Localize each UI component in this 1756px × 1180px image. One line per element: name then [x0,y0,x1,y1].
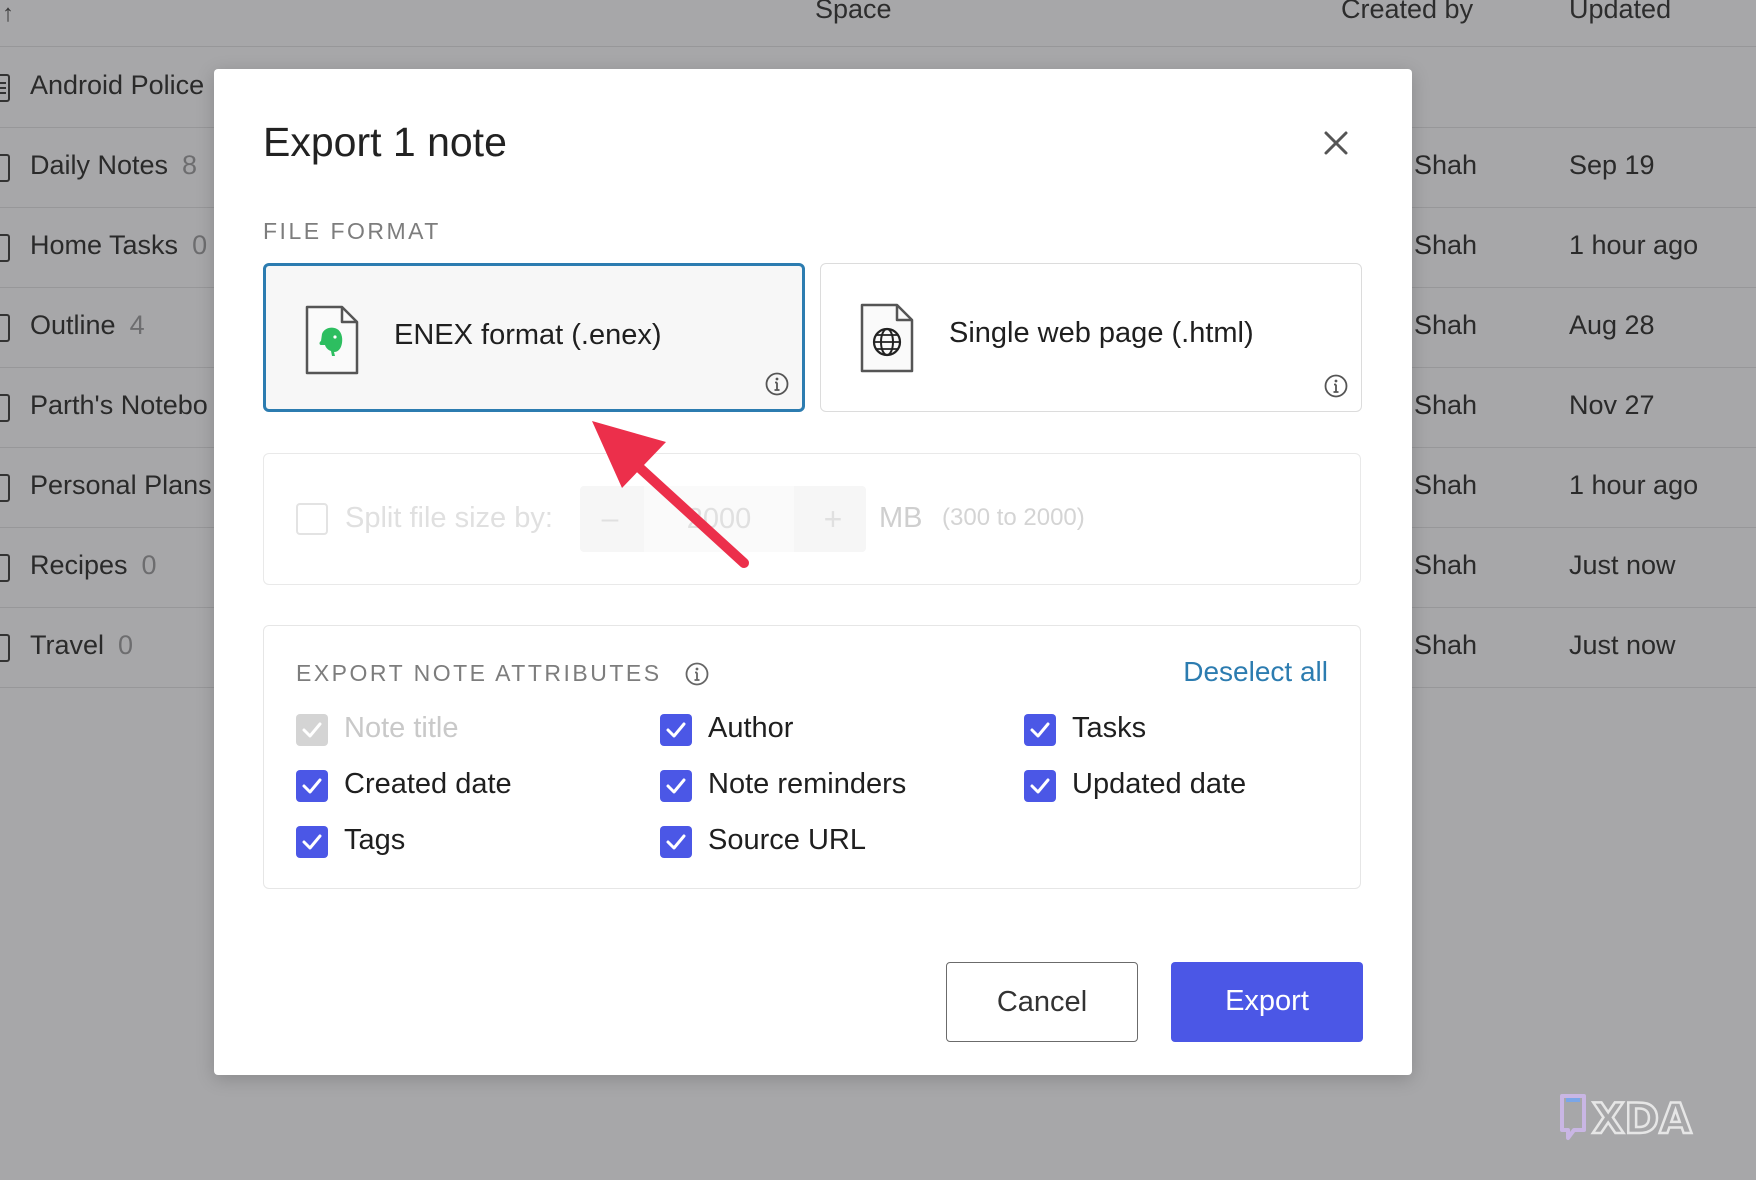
format-label-html: Single web page (.html) [949,317,1254,350]
notebook-icon [0,314,10,342]
split-file-label: Split file size by: [345,502,553,535]
attribute-label: Tasks [1072,712,1146,745]
close-icon [1314,121,1358,165]
notebook-icon [0,634,10,662]
checkmark-icon [665,720,687,740]
checkmark-icon [301,776,323,796]
table-header: ↑ Space Created by Updated [0,0,1756,47]
note-count: 0 [192,230,207,260]
notebook-name: Android Police [30,70,204,101]
attributes-label: EXPORT NOTE ATTRIBUTES [296,660,662,687]
watermark-text: XDA [1592,1094,1692,1143]
row-updated: 1 hour ago [1569,230,1698,261]
row-updated: Aug 28 [1569,310,1655,341]
export-attributes-section: EXPORT NOTE ATTRIBUTES Deselect all Note… [263,625,1361,889]
attribute-label: Created date [344,768,512,801]
export-dialog: Export 1 note FILE FORMAT ENEX format (.… [214,69,1412,1075]
notebook-name: Personal Plans [30,470,212,501]
dialog-title: Export 1 note [263,119,507,166]
cancel-button[interactable]: Cancel [946,962,1138,1042]
format-option-html[interactable]: Single web page (.html) [820,263,1362,412]
split-unit: MB [879,502,923,535]
checkmark-icon [665,776,687,796]
notebook-name: Travel0 [30,630,133,661]
info-icon[interactable] [1323,373,1349,399]
checkbox-tasks[interactable] [1024,714,1056,746]
format-label-enex: ENEX format (.enex) [394,319,662,352]
checkbox-note-reminders[interactable] [660,770,692,802]
notebook-icon [0,554,10,582]
note-count: 0 [118,630,133,660]
note-count: 8 [182,150,197,180]
row-creator: Shah [1414,470,1477,501]
checkbox-updated-date[interactable] [1024,770,1056,802]
row-creator: Shah [1414,550,1477,581]
row-updated: 1 hour ago [1569,470,1698,501]
attribute-label: Source URL [708,824,866,857]
column-header-created-by[interactable]: Created by [1341,0,1473,25]
row-creator: Shah [1414,150,1477,181]
notebook-name: Daily Notes8 [30,150,197,181]
row-creator: Shah [1414,310,1477,341]
globe-icon [859,302,915,374]
format-option-enex[interactable]: ENEX format (.enex) [263,263,805,412]
notebook-name: Parth's Notebo [30,390,208,421]
checkmark-icon [301,832,323,852]
attribute-label: Updated date [1072,768,1246,801]
checkbox-author[interactable] [660,714,692,746]
row-updated: Just now [1569,630,1676,661]
deselect-all-link[interactable]: Deselect all [1183,656,1328,688]
checkmark-icon [1029,776,1051,796]
checkmark-icon [1029,720,1051,740]
row-updated: Just now [1569,550,1676,581]
split-range-hint: (300 to 2000) [942,504,1085,532]
shared-notebook-icon [0,394,10,422]
checkmark-icon [301,720,323,740]
notebook-icon [0,474,10,502]
decrement-button[interactable]: – [580,486,640,552]
file-format-label: FILE FORMAT [263,218,441,245]
split-size-stepper[interactable]: – 2000 + [580,486,866,552]
info-icon[interactable] [764,371,790,397]
increment-button[interactable]: + [800,486,866,552]
row-creator: Shah [1414,230,1477,261]
notebook-name: Recipes0 [30,550,157,581]
notebook-icon [0,234,10,262]
sort-arrow-up-icon[interactable]: ↑ [2,0,14,28]
close-button[interactable] [1314,121,1358,165]
column-header-space[interactable]: Space [815,0,892,25]
checkbox-created-date[interactable] [296,770,328,802]
evernote-elephant-icon [304,304,360,376]
checkbox-source-url[interactable] [660,826,692,858]
attribute-label: Note title [344,712,458,745]
row-creator: Shah [1414,630,1477,661]
row-creator: Shah [1414,390,1477,421]
info-icon[interactable] [684,661,710,687]
checkbox-note-title [296,714,328,746]
split-size-input[interactable]: 2000 [644,486,794,552]
split-file-size-section: Split file size by: – 2000 + MB (300 to … [263,453,1361,585]
note-count: 4 [130,310,145,340]
stack-icon [0,74,10,102]
notebook-icon [0,154,10,182]
note-count: 0 [142,550,157,580]
split-file-checkbox[interactable] [296,503,328,535]
checkbox-tags[interactable] [296,826,328,858]
attribute-label: Tags [344,824,405,857]
notebook-name: Outline4 [30,310,145,341]
checkmark-icon [665,832,687,852]
export-button[interactable]: Export [1171,962,1363,1042]
row-updated: Sep 19 [1569,150,1655,181]
xda-logo: XDA [1556,1090,1726,1146]
attribute-label: Author [708,712,793,745]
row-updated: Nov 27 [1569,390,1655,421]
column-header-updated[interactable]: Updated [1569,0,1671,25]
notebook-name: Home Tasks0 [30,230,207,261]
attribute-label: Note reminders [708,768,906,801]
